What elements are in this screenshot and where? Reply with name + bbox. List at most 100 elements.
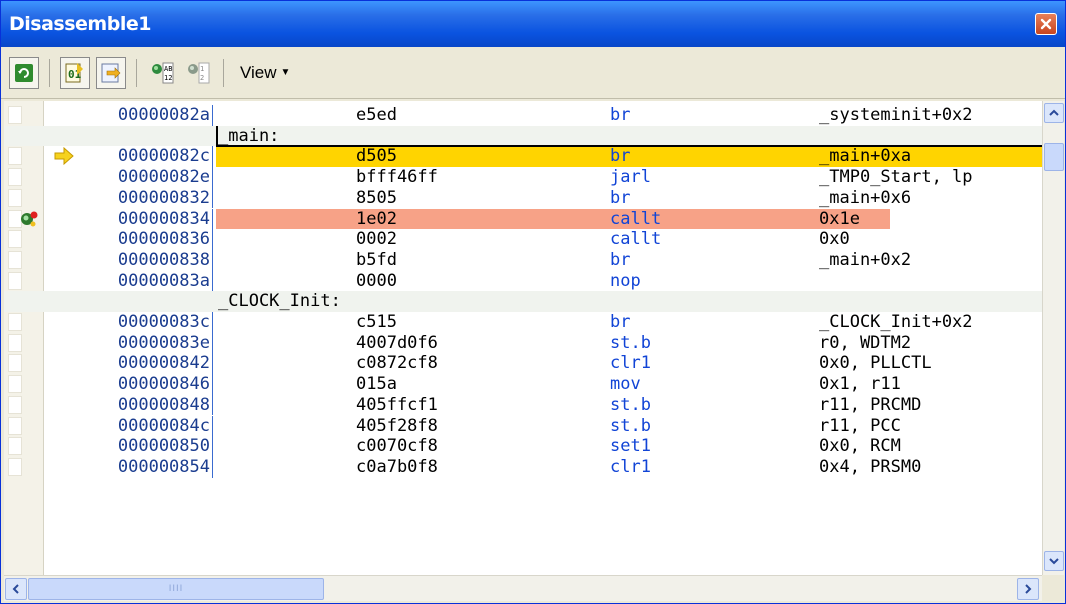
symbol-label: _main: [218, 125, 280, 146]
code-display-button[interactable]: 01 [60, 56, 90, 89]
window-title: Disassemble1 [9, 13, 151, 35]
label-row[interactable]: _CLOCK_Init: [4, 291, 1042, 312]
address-divider [212, 270, 213, 292]
disassembly-row[interactable]: 000000850 c0070cf8 set1 0x0, RCM [4, 436, 1042, 457]
disassembly-row[interactable]: 000000854 c0a7b0f8 clr1 0x4, PRSM0 [4, 456, 1042, 478]
mnemonic-cell: clr1 [610, 353, 651, 374]
label-row[interactable]: _main: [4, 125, 1042, 147]
address-divider [212, 415, 213, 437]
refresh-icon [15, 63, 33, 82]
breakpoint-icon[interactable] [18, 209, 40, 229]
horizontal-scroll-thumb[interactable]: IIII [28, 578, 324, 600]
opcode-cell: d505 [356, 146, 397, 167]
refresh-button[interactable] [9, 56, 39, 89]
address-divider [212, 456, 213, 478]
svg-text:1: 1 [200, 65, 204, 73]
operand-cell: 0x0, RCM [819, 436, 901, 457]
vertical-scrollbar[interactable] [1042, 101, 1064, 575]
close-button[interactable] [1035, 13, 1057, 35]
operand-cell: r11, PRCMD [819, 394, 922, 415]
mnemonic-cell: br [610, 187, 631, 208]
label-underline [216, 145, 1042, 148]
scroll-down-button[interactable] [1044, 551, 1064, 571]
opcode-cell: 0002 [356, 229, 397, 250]
vertical-scroll-thumb[interactable] [1044, 143, 1064, 171]
chevron-right-icon [1025, 584, 1032, 594]
address-cell: 00000082a [117, 105, 210, 125]
disassembly-row[interactable]: 000000834 1e02 callt 0x1e [4, 208, 1042, 230]
chevron-left-icon [12, 584, 19, 594]
scroll-grip: IIII [168, 584, 184, 594]
address-divider [212, 374, 213, 395]
scroll-right-button[interactable] [1017, 578, 1039, 600]
title-bar[interactable]: Disassemble1 [1, 1, 1065, 47]
view-menu[interactable]: View ▼ [234, 59, 296, 87]
disassembly-row[interactable]: 00000082a e5ed br _systeminit+0x2 [4, 105, 1042, 126]
disassembly-row[interactable]: 000000842 c0872cf8 clr1 0x0, PLLCTL [4, 353, 1042, 375]
operand-cell: 0x4, PRSM0 [819, 456, 922, 477]
jump-source-button[interactable] [96, 56, 126, 89]
mix-display-button[interactable]: AB 12 [147, 57, 177, 89]
disassembly-row[interactable]: 00000082e bfff46ff jarl _TMP0_Start, lp [4, 167, 1042, 188]
disassembly-row[interactable]: 000000838 b5fd br _main+0x2 [4, 249, 1042, 271]
scroll-left-button[interactable] [5, 578, 27, 600]
mnemonic-cell: br [610, 249, 631, 270]
disassembly-row[interactable]: 00000084c 405f28f8 st.b r11, PCC [4, 415, 1042, 437]
toolbar-separator [49, 58, 50, 87]
mnemonic-cell: br [610, 105, 631, 125]
address-divider [212, 332, 213, 354]
code-display-icon: 01 [65, 62, 83, 82]
instruction-display-button[interactable]: 1 2 [183, 57, 213, 89]
opcode-cell: 015a [356, 374, 397, 395]
address-divider [212, 394, 213, 416]
mnemonic-cell: jarl [610, 167, 651, 188]
disassembly-row[interactable]: 00000082c d505 br _main+0xa [4, 146, 1042, 168]
address-cell: 00000083e [117, 332, 210, 353]
address-cell: 000000842 [117, 353, 210, 374]
breakpoint-highlight [216, 208, 890, 230]
address-divider [212, 249, 213, 271]
mnemonic-cell: st.b [610, 394, 651, 415]
address-cell: 000000832 [117, 187, 210, 208]
jump-source-icon [101, 63, 121, 82]
address-cell: 000000848 [117, 394, 210, 415]
mnemonic-cell: br [610, 146, 631, 167]
address-cell: 00000082c [117, 146, 210, 167]
address-divider [212, 167, 213, 188]
disassembly-list[interactable]: 00000082a e5ed br _systeminit+0x2 _main: 0000… [4, 101, 1042, 575]
operand-cell: _main+0x6 [819, 187, 912, 208]
opcode-cell: c0872cf8 [356, 353, 438, 374]
disassembly-row[interactable]: 00000083c c515 br _CLOCK_Init+0x2 [4, 312, 1042, 333]
disassembly-row[interactable]: 000000836 0002 callt 0x0 [4, 229, 1042, 250]
address-divider [212, 229, 213, 250]
disassembly-row[interactable]: 00000083e 4007d0f6 st.b r0, WDTM2 [4, 332, 1042, 354]
address-divider [212, 146, 213, 168]
operand-cell: 0x0 [819, 229, 850, 250]
opcode-cell: c515 [356, 312, 397, 332]
scroll-up-button[interactable] [1044, 103, 1064, 123]
disassembly-row[interactable]: 000000846 015a mov 0x1, r11 [4, 374, 1042, 395]
horizontal-scrollbar[interactable]: IIII [4, 575, 1042, 601]
disassembly-row[interactable]: 000000848 405ffcf1 st.b r11, PRCMD [4, 394, 1042, 416]
operand-cell: _systeminit+0x2 [819, 105, 973, 125]
opcode-cell: 8505 [356, 187, 397, 208]
address-cell: 000000838 [117, 249, 210, 270]
operand-cell: _CLOCK_Init+0x2 [819, 312, 973, 332]
mnemonic-cell: callt [610, 208, 662, 229]
operand-cell: 0x0, PLLCTL [819, 353, 932, 374]
operand-cell: r0, WDTM2 [819, 332, 912, 353]
svg-text:12: 12 [164, 74, 172, 82]
mnemonic-cell: callt [610, 229, 662, 250]
opcode-cell: c0a7b0f8 [356, 456, 438, 477]
disassembly-row[interactable]: 000000832 8505 br _main+0x6 [4, 187, 1042, 209]
disassembly-row[interactable]: 00000083a 0000 nop [4, 270, 1042, 292]
address-divider [212, 353, 213, 375]
address-divider [212, 436, 213, 457]
address-cell: 00000083a [117, 270, 210, 291]
opcode-cell: 0000 [356, 270, 397, 291]
address-cell: 000000836 [117, 229, 210, 250]
close-icon [1040, 18, 1052, 30]
opcode-cell: 1e02 [356, 208, 397, 229]
label-bracket [216, 125, 218, 146]
mnemonic-cell: clr1 [610, 456, 651, 477]
